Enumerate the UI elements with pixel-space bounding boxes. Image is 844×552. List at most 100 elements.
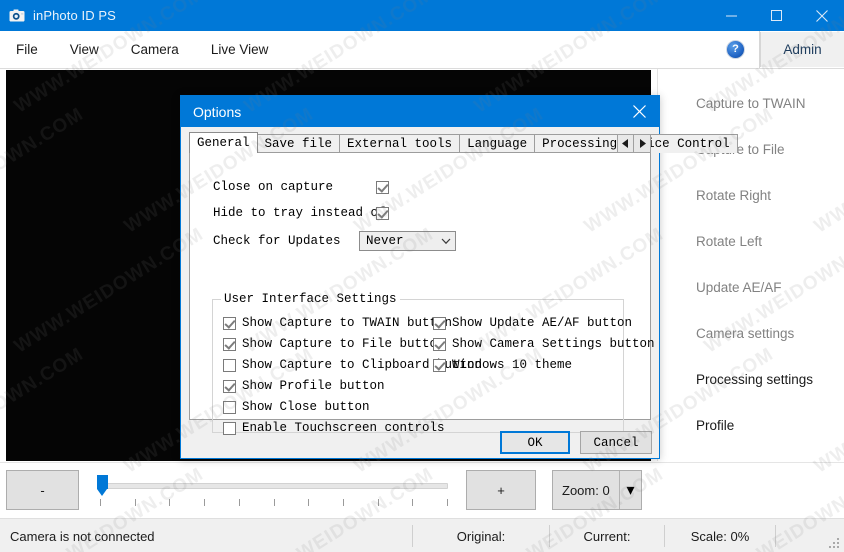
show-close-button-checkbox[interactable] <box>223 400 236 414</box>
sidebar-item-camera-settings[interactable]: Camera settings <box>658 310 844 356</box>
show-capture-to-clipboard-checkbox[interactable] <box>223 358 236 372</box>
resize-grip[interactable] <box>829 538 841 550</box>
window-title: inPhoto ID PS <box>33 8 116 23</box>
show-profile-button-checkbox[interactable] <box>223 379 236 393</box>
slider-tick <box>447 499 448 506</box>
menu-spacer <box>284 31 712 68</box>
show-capture-to-file-label: Show Capture to File button <box>242 337 445 351</box>
option-windows-10-theme[interactable]: Windows 10 theme <box>433 358 572 372</box>
title-bar: inPhoto ID PS <box>0 0 844 31</box>
tab-language[interactable]: Language <box>459 134 536 153</box>
chevron-down-icon[interactable]: ▾ <box>619 471 641 509</box>
show-capture-to-twain-checkbox[interactable] <box>223 316 236 330</box>
ok-button[interactable]: OK <box>500 431 570 454</box>
dialog-body: General Save file External tools Languag… <box>189 132 738 435</box>
status-message: Camera is not connected <box>10 528 155 544</box>
help-button[interactable]: ? <box>712 31 760 68</box>
menu-item-file[interactable]: File <box>0 31 54 68</box>
option-show-update-ae-af[interactable]: Show Update AE/AF button <box>433 316 632 330</box>
option-show-capture-to-file[interactable]: Show Capture to File button <box>223 337 445 351</box>
sidebar-item-capture-to-twain[interactable]: Capture to TWAIN <box>658 80 844 126</box>
menu-item-camera[interactable]: Camera <box>115 31 195 68</box>
zoom-slider-thumb-body <box>97 475 108 489</box>
zoom-slider-track[interactable] <box>100 483 448 489</box>
menu-item-live-view-label: Live View <box>210 42 269 57</box>
tab-scroll-left-icon[interactable] <box>617 134 634 153</box>
zoom-level-combobox[interactable]: Zoom: 0 ▾ <box>552 470 642 510</box>
sidebar-item-label: Camera settings <box>696 325 795 341</box>
cancel-label: Cancel <box>593 435 639 450</box>
sidebar-item-rotate-left[interactable]: Rotate Left <box>658 218 844 264</box>
check-for-updates-select[interactable]: Never <box>359 231 456 251</box>
windows-10-theme-checkbox[interactable] <box>433 358 446 372</box>
slider-tick <box>378 499 379 506</box>
sidebar-item-profile[interactable]: Profile <box>658 402 844 448</box>
close-button[interactable] <box>799 0 844 31</box>
tab-scroll-buttons <box>617 134 651 153</box>
show-update-ae-af-label: Show Update AE/AF button <box>452 316 633 330</box>
menu-item-view[interactable]: View <box>54 31 115 68</box>
zoom-slider-thumb[interactable] <box>97 475 108 496</box>
action-sidebar: Capture to TWAIN Capture to File Rotate … <box>657 69 844 461</box>
option-show-camera-settings[interactable]: Show Camera Settings button <box>433 337 655 351</box>
zoom-in-label: + <box>497 482 505 498</box>
hide-to-tray-checkbox[interactable] <box>376 206 389 220</box>
show-profile-button-label: Show Profile button <box>242 379 385 393</box>
dialog-button-row: OK Cancel <box>181 427 661 458</box>
application-window: inPhoto ID PS File View Camera Live View… <box>0 0 844 552</box>
option-show-profile-button[interactable]: Show Profile button <box>223 379 385 393</box>
admin-label: Admin <box>783 42 822 57</box>
show-capture-to-file-checkbox[interactable] <box>223 337 236 351</box>
status-bar: Camera is not connected Original: Curren… <box>0 518 844 552</box>
dialog-close-icon[interactable] <box>619 96 659 127</box>
zoom-out-button[interactable]: - <box>6 470 79 510</box>
close-on-capture-checkbox[interactable] <box>376 180 389 194</box>
tab-processing[interactable]: Processing <box>534 134 626 153</box>
option-show-capture-to-twain[interactable]: Show Capture to TWAIN button <box>223 316 452 330</box>
show-update-ae-af-checkbox[interactable] <box>433 316 446 330</box>
chevron-down-icon <box>437 238 455 245</box>
maximize-button[interactable] <box>754 0 799 31</box>
slider-tick <box>274 499 275 506</box>
show-camera-settings-label: Show Camera Settings button <box>452 337 655 351</box>
cancel-button[interactable]: Cancel <box>580 431 652 454</box>
sidebar-item-label: Capture to TWAIN <box>696 95 806 111</box>
ok-label: OK <box>527 435 543 450</box>
slider-tick <box>204 499 205 506</box>
tab-processing-label: Processing <box>542 137 618 151</box>
tab-external-tools-label: External tools <box>347 137 453 151</box>
admin-button[interactable]: Admin <box>760 32 844 67</box>
slider-tick <box>135 499 136 506</box>
sidebar-item-rotate-right[interactable]: Rotate Right <box>658 172 844 218</box>
check-for-updates-label: Check for Updates <box>213 234 341 248</box>
sidebar-item-processing-settings[interactable]: Processing settings <box>658 356 844 402</box>
field-check-for-updates: Check for Updates Never <box>213 231 456 251</box>
zoom-slider-thumb-tip <box>97 489 107 496</box>
zoom-in-button[interactable]: + <box>466 470 536 510</box>
show-camera-settings-checkbox[interactable] <box>433 337 446 351</box>
tab-external-tools[interactable]: External tools <box>339 134 461 153</box>
menu-item-file-label: File <box>16 42 38 57</box>
status-current: Current: <box>583 528 631 544</box>
tab-save-file-label: Save file <box>264 137 333 151</box>
menu-bar: File View Camera Live View ? Admin <box>0 31 844 69</box>
sidebar-item-update-ae-af[interactable]: Update AE/AF <box>658 264 844 310</box>
tab-general-label: General <box>197 136 250 150</box>
slider-tick <box>412 499 413 506</box>
show-capture-to-twain-label: Show Capture to TWAIN button <box>242 316 453 330</box>
status-scale: Scale: 0% <box>690 528 750 544</box>
status-divider <box>775 525 776 547</box>
option-show-close-button[interactable]: Show Close button <box>223 400 370 414</box>
tab-scroll-right-icon[interactable] <box>634 134 651 153</box>
tab-save-file[interactable]: Save file <box>256 134 341 153</box>
menu-item-live-view[interactable]: Live View <box>195 31 285 68</box>
tab-general[interactable]: General <box>189 132 258 153</box>
options-dialog: Options General Save file External tools… <box>180 95 738 459</box>
sidebar-item-label: Profile <box>696 417 735 433</box>
zoom-slider[interactable] <box>92 470 452 510</box>
menu-item-camera-label: Camera <box>130 42 179 57</box>
help-icon: ? <box>726 40 745 59</box>
minimize-button[interactable] <box>709 0 754 31</box>
field-close-on-capture: Close on capture <box>213 180 389 194</box>
user-interface-settings-group: User Interface Settings Show Capture to … <box>212 292 655 435</box>
